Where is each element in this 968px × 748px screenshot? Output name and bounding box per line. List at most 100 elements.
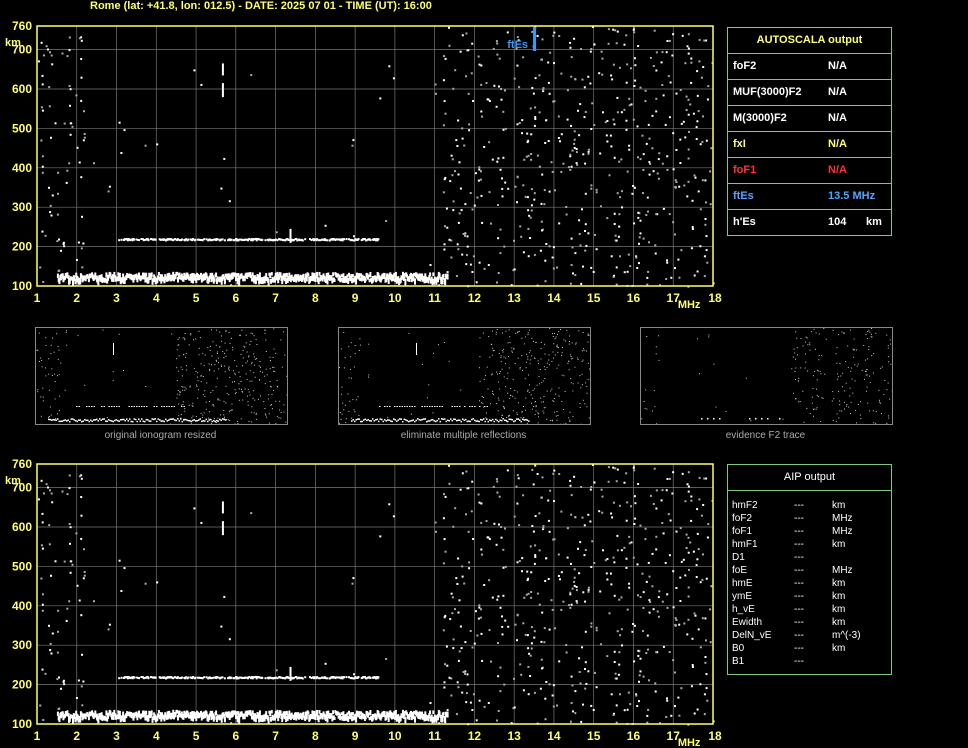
thumb-point <box>215 386 217 388</box>
data-point <box>637 654 640 657</box>
thumb-point <box>86 406 88 407</box>
thumb-point <box>259 361 261 362</box>
thumb-point <box>579 403 581 405</box>
data-point <box>45 483 48 486</box>
thumb-point <box>490 419 492 422</box>
thumb-point <box>749 418 751 420</box>
data-point <box>703 255 706 258</box>
thumb-point <box>795 398 797 400</box>
data-point <box>538 111 541 114</box>
thumb-point <box>250 341 252 342</box>
x-tick-label: 14 <box>547 729 561 743</box>
thumb-point <box>832 419 834 421</box>
data-point <box>573 37 576 40</box>
thumb-point <box>247 389 249 391</box>
data-point <box>481 553 483 556</box>
data-point <box>48 543 51 546</box>
thumb-point <box>129 418 131 420</box>
thumb-point <box>162 420 164 422</box>
thumb-point <box>840 375 842 377</box>
thumb-point <box>563 409 565 410</box>
data-point <box>623 108 626 111</box>
thumb-point <box>823 328 825 329</box>
thumb-point <box>577 357 579 359</box>
data-point <box>388 503 391 506</box>
data-point <box>69 571 72 574</box>
thumb-point <box>529 350 531 352</box>
x-tick-label: 18 <box>708 729 722 743</box>
data-point <box>516 176 519 179</box>
data-point <box>569 153 572 156</box>
thumb-point <box>396 420 398 423</box>
thumb-point <box>474 406 476 407</box>
thumb-point <box>138 418 140 420</box>
data-point <box>513 77 516 80</box>
thumb-point <box>345 422 347 424</box>
thumb-point <box>556 345 558 347</box>
autoscala-row: M(3000)F2 N/A <box>728 106 891 132</box>
thumb-point <box>490 374 492 376</box>
data-point <box>590 48 593 50</box>
data-point <box>41 547 44 550</box>
thumb-point <box>58 374 60 376</box>
thumb-point <box>103 418 105 420</box>
data-point <box>465 513 467 516</box>
thumb-point <box>866 338 868 340</box>
thumb-point <box>350 377 352 379</box>
data-point <box>475 719 478 722</box>
thumb-point <box>341 413 343 415</box>
data-point <box>80 176 83 179</box>
data-point <box>661 84 664 86</box>
data-point <box>45 45 48 48</box>
thumb-point <box>266 416 268 418</box>
data-point <box>569 41 572 44</box>
data-point <box>457 248 460 251</box>
param-name: DelN_vE <box>732 630 772 641</box>
thumb-point <box>498 420 500 423</box>
thumb-point <box>507 392 509 394</box>
trace-point <box>194 238 197 241</box>
data-point <box>601 495 604 498</box>
data-point <box>576 601 579 604</box>
thumb-point <box>192 415 194 417</box>
thumb-point <box>504 419 506 422</box>
data-point <box>477 617 480 620</box>
data-point <box>583 86 586 89</box>
data-point <box>463 232 466 235</box>
data-point <box>44 672 47 675</box>
data-point <box>601 57 604 60</box>
thumb-point <box>49 416 50 418</box>
thumb-point <box>860 401 861 403</box>
data-point <box>691 664 694 666</box>
data-point <box>579 244 582 247</box>
thumb-point <box>523 406 524 407</box>
thumb-point <box>56 333 58 335</box>
thumb-point <box>57 358 59 360</box>
data-point <box>83 133 86 135</box>
thumb-point <box>273 366 275 368</box>
thumb-point <box>533 406 535 407</box>
data-point <box>534 554 537 557</box>
data-point <box>452 209 455 212</box>
data-point <box>530 188 533 191</box>
thumb-point <box>745 377 747 379</box>
data-point <box>687 618 690 621</box>
thumb-point <box>186 365 187 367</box>
data-point <box>477 493 480 496</box>
data-point <box>50 574 52 577</box>
thumb-point <box>280 417 282 419</box>
thumb-point <box>348 410 350 412</box>
thumb-point <box>535 405 537 407</box>
thumb-point <box>871 336 873 338</box>
thumb-point <box>837 376 839 378</box>
data-point <box>655 51 658 54</box>
data-point <box>703 39 706 42</box>
thumb-point <box>543 401 544 403</box>
data-point <box>618 504 621 507</box>
data-point <box>697 628 700 631</box>
thumb-point <box>887 382 889 384</box>
thumb-point <box>525 418 527 421</box>
thumb-point <box>872 410 874 412</box>
thumb-point <box>815 408 817 410</box>
thumb-point <box>866 374 868 376</box>
